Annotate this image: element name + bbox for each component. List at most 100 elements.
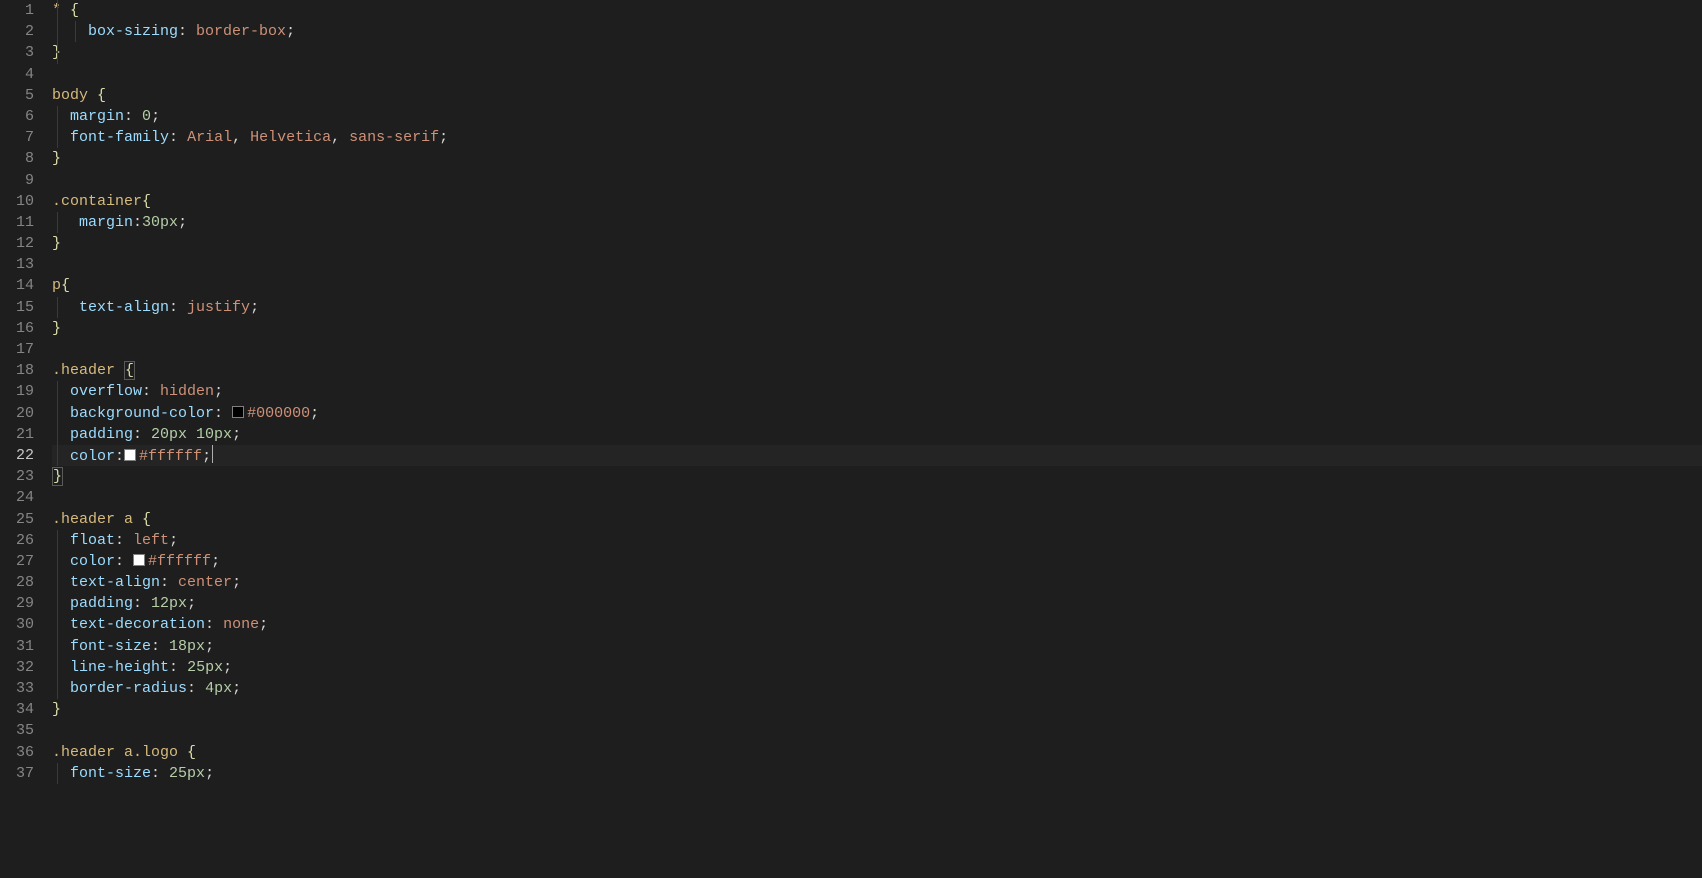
- code-line[interactable]: }: [52, 42, 1702, 63]
- token: [52, 553, 70, 570]
- code-line[interactable]: [52, 720, 1702, 741]
- line-number[interactable]: 29: [0, 593, 34, 614]
- code-line[interactable]: text-decoration: none;: [52, 614, 1702, 635]
- line-number[interactable]: 13: [0, 254, 34, 275]
- line-number[interactable]: 27: [0, 551, 34, 572]
- code-area[interactable]: * { box-sizing: border-box;} body { margi…: [52, 0, 1702, 878]
- line-number[interactable]: 30: [0, 614, 34, 635]
- line-number[interactable]: 9: [0, 170, 34, 191]
- line-number[interactable]: 22: [0, 445, 34, 466]
- token: :: [151, 765, 169, 782]
- code-line[interactable]: text-align: justify;: [52, 297, 1702, 318]
- line-number[interactable]: 3: [0, 42, 34, 63]
- code-line[interactable]: body {: [52, 85, 1702, 106]
- code-line[interactable]: .container{: [52, 191, 1702, 212]
- line-number[interactable]: 26: [0, 530, 34, 551]
- code-line[interactable]: color: #ffffff;: [52, 551, 1702, 572]
- line-number[interactable]: 28: [0, 572, 34, 593]
- code-line[interactable]: [52, 254, 1702, 275]
- code-line[interactable]: .header a {: [52, 509, 1702, 530]
- code-editor[interactable]: 1234567891011121314151617181920212223242…: [0, 0, 1702, 878]
- line-number[interactable]: 20: [0, 403, 34, 424]
- token: justify: [187, 299, 250, 316]
- line-number[interactable]: 35: [0, 720, 34, 741]
- token: ;: [202, 448, 211, 465]
- color-swatch-icon[interactable]: [133, 554, 145, 566]
- line-number[interactable]: 11: [0, 212, 34, 233]
- code-line[interactable]: .header {: [52, 360, 1702, 381]
- color-swatch-icon[interactable]: [232, 406, 244, 418]
- token: font-size: [70, 765, 151, 782]
- line-number[interactable]: 8: [0, 148, 34, 169]
- token: margin: [79, 214, 133, 231]
- code-line[interactable]: }: [52, 318, 1702, 339]
- code-line[interactable]: }: [52, 466, 1702, 487]
- line-number[interactable]: 24: [0, 487, 34, 508]
- line-number[interactable]: 21: [0, 424, 34, 445]
- token: }: [52, 320, 61, 337]
- code-line[interactable]: float: left;: [52, 530, 1702, 551]
- line-number[interactable]: 33: [0, 678, 34, 699]
- code-line[interactable]: }: [52, 233, 1702, 254]
- line-number[interactable]: 17: [0, 339, 34, 360]
- token: :: [169, 129, 187, 146]
- code-line[interactable]: p{: [52, 275, 1702, 296]
- code-line[interactable]: padding: 12px;: [52, 593, 1702, 614]
- token: background-color: [70, 405, 214, 422]
- code-line[interactable]: overflow: hidden;: [52, 381, 1702, 402]
- code-line[interactable]: box-sizing: border-box;: [52, 21, 1702, 42]
- code-line[interactable]: }: [52, 699, 1702, 720]
- line-number[interactable]: 12: [0, 233, 34, 254]
- code-line[interactable]: border-radius: 4px;: [52, 678, 1702, 699]
- line-number[interactable]: 15: [0, 297, 34, 318]
- token: hidden: [160, 383, 214, 400]
- line-number[interactable]: 31: [0, 636, 34, 657]
- token: :: [187, 680, 205, 697]
- line-number[interactable]: 37: [0, 763, 34, 784]
- line-number[interactable]: 23: [0, 466, 34, 487]
- line-number[interactable]: 16: [0, 318, 34, 339]
- token: {: [97, 87, 106, 104]
- code-line[interactable]: * {: [52, 0, 1702, 21]
- line-number[interactable]: 10: [0, 191, 34, 212]
- line-number[interactable]: 5: [0, 85, 34, 106]
- line-number-gutter[interactable]: 1234567891011121314151617181920212223242…: [0, 0, 52, 878]
- code-line[interactable]: font-size: 25px;: [52, 763, 1702, 784]
- token: ;: [232, 680, 241, 697]
- code-line[interactable]: line-height: 25px;: [52, 657, 1702, 678]
- line-number[interactable]: 6: [0, 106, 34, 127]
- code-line[interactable]: margin:30px;: [52, 212, 1702, 233]
- code-line[interactable]: [52, 64, 1702, 85]
- code-line[interactable]: color:#ffffff;: [52, 445, 1702, 466]
- code-line[interactable]: [52, 339, 1702, 360]
- line-number[interactable]: 1: [0, 0, 34, 21]
- line-number[interactable]: 36: [0, 742, 34, 763]
- code-line[interactable]: font-family: Arial, Helvetica, sans-seri…: [52, 127, 1702, 148]
- token: line-height: [70, 659, 169, 676]
- code-line[interactable]: .header a.logo {: [52, 742, 1702, 763]
- code-line[interactable]: [52, 170, 1702, 191]
- line-number[interactable]: 7: [0, 127, 34, 148]
- token: :: [169, 299, 187, 316]
- line-number[interactable]: 34: [0, 699, 34, 720]
- token: [52, 383, 70, 400]
- token: text-align: [70, 574, 160, 591]
- token: :: [115, 532, 133, 549]
- code-line[interactable]: [52, 487, 1702, 508]
- code-line[interactable]: text-align: center;: [52, 572, 1702, 593]
- code-line[interactable]: background-color: #000000;: [52, 403, 1702, 424]
- code-line[interactable]: margin: 0;: [52, 106, 1702, 127]
- line-number[interactable]: 14: [0, 275, 34, 296]
- code-line[interactable]: font-size: 18px;: [52, 636, 1702, 657]
- line-number[interactable]: 2: [0, 21, 34, 42]
- line-number[interactable]: 18: [0, 360, 34, 381]
- token: [52, 680, 70, 697]
- code-line[interactable]: padding: 20px 10px;: [52, 424, 1702, 445]
- token: box-sizing: [88, 23, 178, 40]
- code-line[interactable]: }: [52, 148, 1702, 169]
- line-number[interactable]: 25: [0, 509, 34, 530]
- line-number[interactable]: 32: [0, 657, 34, 678]
- line-number[interactable]: 19: [0, 381, 34, 402]
- line-number[interactable]: 4: [0, 64, 34, 85]
- color-swatch-icon[interactable]: [124, 449, 136, 461]
